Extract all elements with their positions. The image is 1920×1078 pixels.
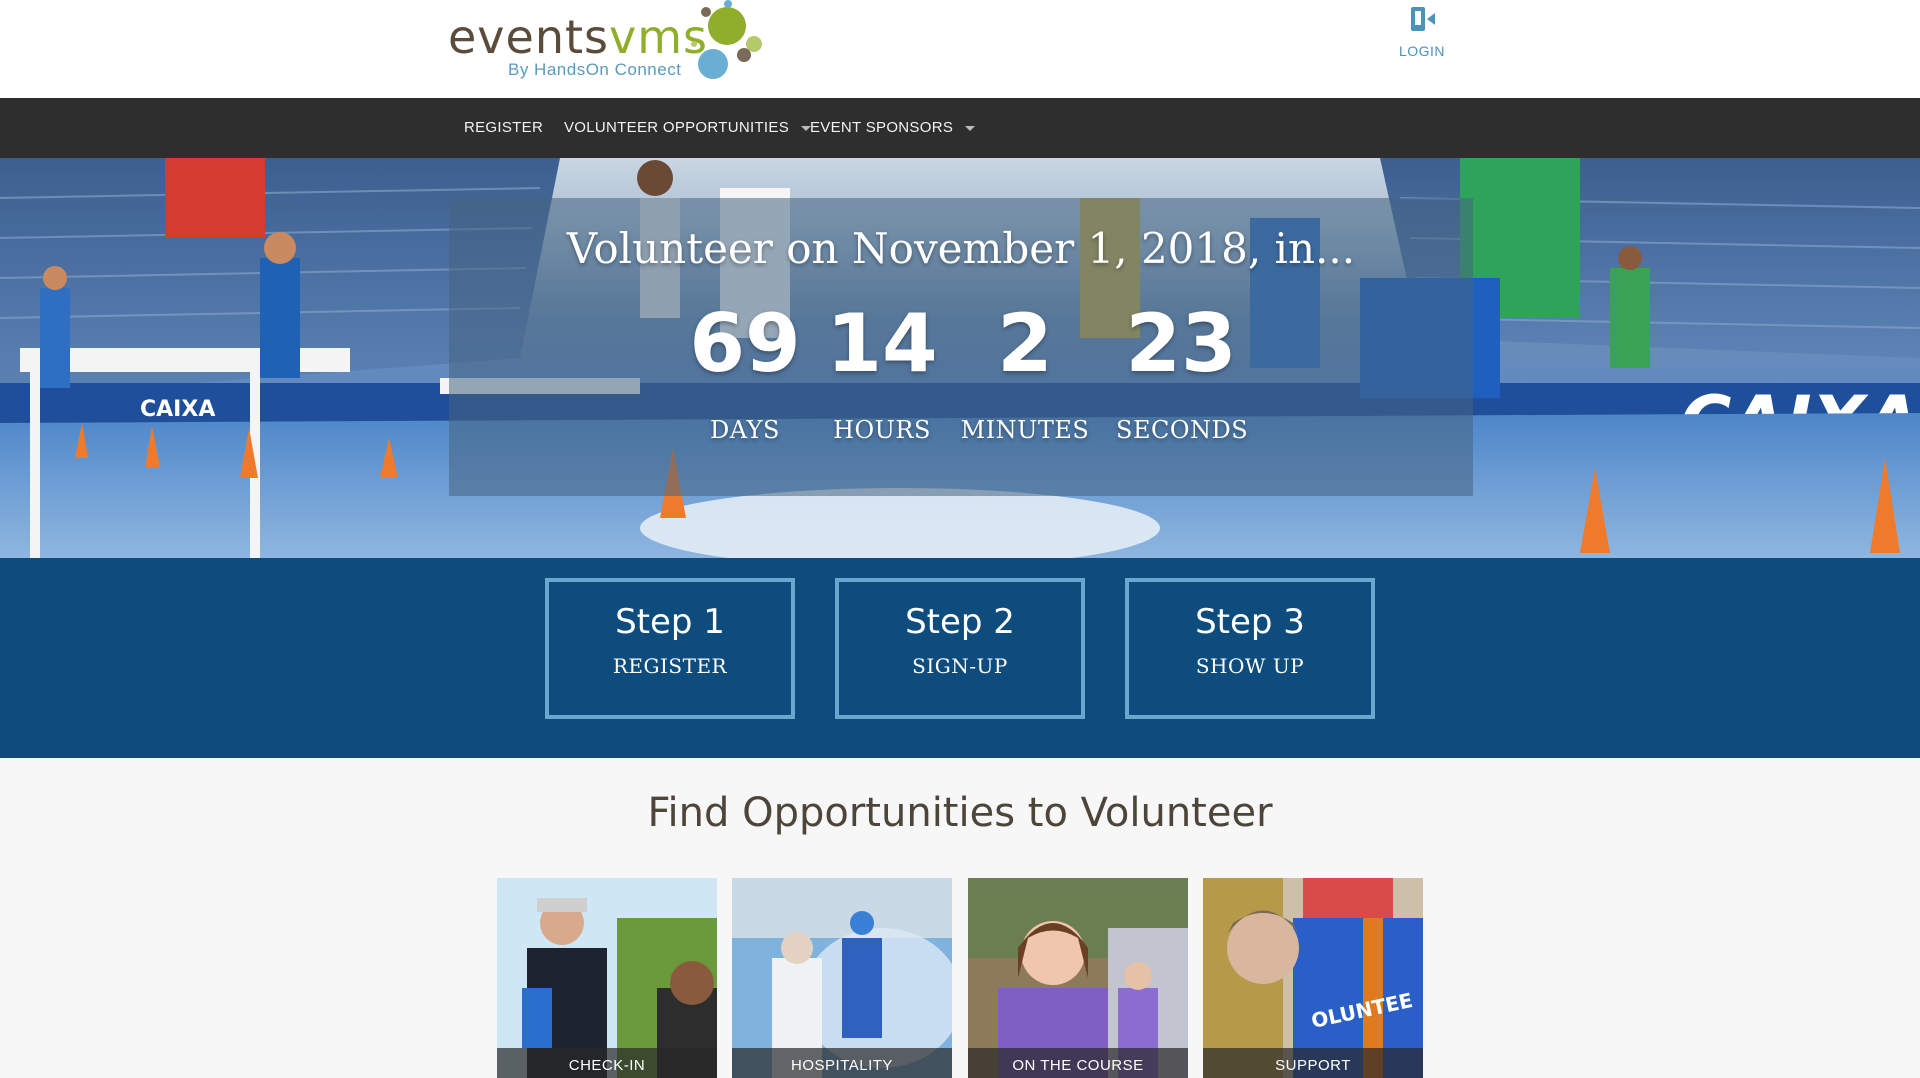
opportunity-card-hospitality[interactable]: HOSPITALITY [732, 878, 952, 1078]
main-navigation: REGISTER VOLUNTEER OPPORTUNITIES EVENT S… [0, 98, 1920, 158]
logo-tagline: By HandsOn Connect [508, 60, 682, 79]
step-title: Step 3 [1195, 602, 1305, 642]
logo-wordmark: eventsvms [448, 10, 708, 64]
nav-item-register[interactable]: REGISTER [464, 98, 543, 158]
nav-item-volunteer-opportunities[interactable]: VOLUNTEER OPPORTUNITIES [564, 98, 811, 158]
countdown-headline: Volunteer on November 1, 2018, in... [566, 224, 1356, 273]
logo-bubbles-icon [691, 0, 762, 79]
nav-item-event-sponsors[interactable]: EVENT SPONSORS [810, 98, 976, 158]
countdown-seconds-label: SECONDS [1116, 416, 1249, 444]
step-3-showup-button[interactable]: Step 3 SHOW UP [1125, 578, 1375, 719]
step-subtitle: SIGN-UP [912, 654, 1008, 678]
countdown-hours: 14 HOURS [817, 297, 947, 445]
opportunity-label: ON THE COURSE [968, 1048, 1188, 1078]
opportunity-label: SUPPORT [1203, 1048, 1423, 1078]
countdown-days: 69 DAYS [680, 297, 810, 445]
step-2-signup-button[interactable]: Step 2 SIGN-UP [835, 578, 1085, 719]
countdown-panel: Volunteer on November 1, 2018, in... 69 … [449, 198, 1473, 496]
countdown-hours-label: HOURS [833, 416, 931, 444]
opportunity-card-support[interactable]: OLUNTEE SUPPORT [1203, 878, 1423, 1078]
chevron-down-icon [965, 125, 976, 131]
countdown-days-label: DAYS [710, 416, 780, 444]
hero-banner: CAIXA CAIXA [0, 158, 1920, 558]
opportunity-label: CHECK-IN [497, 1048, 717, 1078]
opportunity-label: HOSPITALITY [732, 1048, 952, 1078]
countdown-seconds-value: 23 [1125, 297, 1237, 390]
login-label: LOGIN [1398, 43, 1446, 59]
step-subtitle: REGISTER [612, 654, 728, 678]
site-header: eventsvms By HandsOn Connect LOGIN [0, 0, 1920, 98]
countdown-hours-value: 14 [826, 297, 938, 390]
countdown-days-value: 69 [689, 297, 801, 390]
opportunities-heading: Find Opportunities to Volunteer [647, 790, 1273, 836]
opportunity-card-check-in[interactable]: CHECK-IN [497, 878, 717, 1078]
login-door-icon [1411, 7, 1435, 31]
eventsvms-logo[interactable]: eventsvms By HandsOn Connect [448, 0, 768, 90]
step-subtitle: SHOW UP [1195, 654, 1305, 678]
step-1-register-button[interactable]: Step 1 REGISTER [545, 578, 795, 719]
step-title: Step 2 [905, 602, 1015, 642]
countdown-minutes: 2 MINUTES [960, 297, 1090, 445]
countdown-minutes-label: MINUTES [960, 416, 1090, 444]
step-title: Step 1 [615, 602, 725, 642]
countdown-minutes-value: 2 [997, 297, 1053, 390]
opportunity-card-on-the-course[interactable]: ON THE COURSE [968, 878, 1188, 1078]
login-button[interactable]: LOGIN [1395, 4, 1449, 60]
steps-band: Step 1 REGISTER Step 2 SIGN-UP Step 3 SH… [0, 558, 1920, 758]
svg-text:CAIXA: CAIXA [140, 397, 215, 422]
countdown-seconds: 23 SECONDS [1116, 297, 1249, 445]
